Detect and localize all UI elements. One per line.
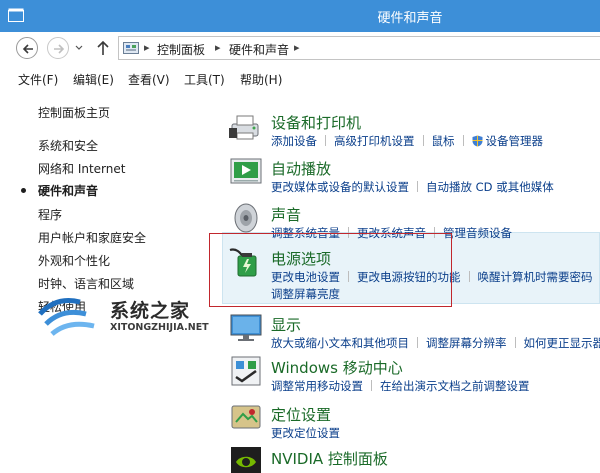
menu-bar: 文件(F) 编辑(E) 查看(V) 工具(T) 帮助(H) — [0, 66, 600, 90]
category-display: 显示 放大或缩小文本和其他项目调整屏幕分辨率如何更正显示器闪烁 — [222, 304, 600, 352]
control-panel-icon — [123, 42, 139, 54]
category-devices-printers: 设备和打印机 添加设备 高级打印机设置 鼠标 设备管理器 — [222, 102, 600, 150]
printer-icon[interactable] — [228, 108, 264, 144]
annotation-red-box — [209, 233, 452, 307]
link-autoplay-cd[interactable]: 自动播放 CD 或其他媒体 — [426, 180, 554, 194]
sidebar-item-network[interactable]: 网络和 Internet — [38, 160, 125, 177]
menu-file[interactable]: 文件(F) — [18, 71, 58, 88]
category-title[interactable]: 声音 — [271, 204, 301, 225]
sidebar-item-user-accounts[interactable]: 用户帐户和家庭安全 — [38, 229, 146, 246]
arrow-right-icon — [54, 44, 65, 54]
category-mobility-center: Windows 移动中心 调整常用移动设置 在给出演示文档之前调整设置 — [222, 347, 600, 395]
category-links: 添加设备 高级打印机设置 鼠标 设备管理器 — [271, 133, 543, 149]
menu-tools[interactable]: 工具(T) — [184, 71, 225, 88]
link-mouse[interactable]: 鼠标 — [432, 134, 455, 148]
back-button[interactable] — [16, 37, 38, 59]
menu-help[interactable]: 帮助(H) — [240, 71, 282, 88]
active-item-bullet — [21, 188, 26, 193]
control-panel-window: 硬件和声音 ▸ 控制面板 ▸ 硬件和声音 ▸ 文件(F) 编辑(E) 查看(V)… — [0, 0, 600, 473]
speaker-icon[interactable] — [228, 200, 264, 236]
nvidia-icon[interactable] — [228, 444, 264, 473]
link-advanced-printer[interactable]: 高级打印机设置 — [334, 134, 415, 148]
category-title[interactable]: Windows 移动中心 — [271, 357, 403, 378]
sidebar-item-system-security[interactable]: 系统和安全 — [38, 137, 98, 154]
sidebar-home-link[interactable]: 控制面板主页 — [38, 104, 110, 121]
arrow-left-icon — [22, 44, 33, 54]
link-separator — [417, 181, 418, 192]
category-autoplay: 自动播放 更改媒体或设备的默认设置 自动播放 CD 或其他媒体 — [222, 148, 600, 196]
link-separator — [462, 135, 464, 146]
location-icon[interactable] — [228, 400, 264, 436]
watermark: 系统之家 XITONGZHIJIA.NET — [36, 292, 226, 342]
menu-view[interactable]: 查看(V) — [128, 71, 170, 88]
category-location: 定位设置 更改定位设置 — [222, 394, 600, 442]
watermark-text: 系统之家 — [110, 300, 191, 322]
link-separator — [468, 271, 470, 282]
breadcrumb-separator[interactable]: ▸ — [215, 41, 221, 54]
link-presentation-settings[interactable]: 在给出演示文档之前调整设置 — [380, 379, 530, 393]
breadcrumb-control-panel[interactable]: 控制面板 — [157, 41, 205, 58]
breadcrumb-separator[interactable]: ▸ — [294, 41, 300, 54]
sidebar-item-appearance[interactable]: 外观和个性化 — [38, 252, 110, 269]
link-separator — [371, 380, 372, 391]
uac-shield-icon — [472, 135, 482, 147]
window-title: 硬件和声音 — [377, 11, 443, 26]
sidebar-item-programs[interactable]: 程序 — [38, 206, 62, 223]
menu-edit[interactable]: 编辑(E) — [73, 71, 114, 88]
recent-locations-dropdown[interactable] — [74, 42, 84, 52]
category-title[interactable]: 定位设置 — [271, 404, 331, 425]
category-nvidia: NVIDIA 控制面板 — [222, 438, 600, 473]
watermark-subtext: XITONGZHIJIA.NET — [110, 322, 209, 333]
title-bar: 硬件和声音 — [0, 0, 600, 32]
link-default-media[interactable]: 更改媒体或设备的默认设置 — [271, 180, 409, 194]
link-add-device[interactable]: 添加设备 — [271, 134, 317, 148]
watermark-logo-icon — [38, 298, 95, 336]
link-separator — [422, 135, 424, 146]
category-title[interactable]: 自动播放 — [271, 158, 331, 179]
up-arrow-icon[interactable] — [96, 40, 110, 56]
autoplay-icon[interactable] — [228, 154, 264, 190]
category-links: 调整常用移动设置 在给出演示文档之前调整设置 — [271, 378, 530, 394]
category-title[interactable]: 设备和打印机 — [271, 112, 361, 133]
breadcrumb-hardware-sound[interactable]: 硬件和声音 — [229, 41, 289, 58]
category-title[interactable]: 显示 — [271, 314, 301, 335]
breadcrumb-separator[interactable]: ▸ — [144, 41, 150, 54]
category-title[interactable]: NVIDIA 控制面板 — [271, 448, 388, 469]
address-bar: ▸ 控制面板 ▸ 硬件和声音 ▸ — [0, 32, 600, 66]
monitor-icon[interactable] — [228, 310, 264, 346]
category-links: 更改媒体或设备的默认设置 自动播放 CD 或其他媒体 — [271, 179, 554, 195]
link-separator — [325, 135, 326, 146]
link-wake-password[interactable]: 唤醒计算机时需要密码 — [478, 270, 593, 284]
forward-button[interactable] — [47, 37, 69, 59]
sidebar-item-clock-language[interactable]: 时钟、语言和区域 — [38, 275, 134, 292]
sidebar: 控制面板主页 系统和安全 网络和 Internet 硬件和声音 程序 用户帐户和… — [0, 98, 215, 473]
address-box[interactable]: ▸ 控制面板 ▸ 硬件和声音 ▸ — [118, 36, 600, 60]
sidebar-item-hardware-sound[interactable]: 硬件和声音 — [38, 182, 98, 199]
link-device-manager[interactable]: 设备管理器 — [486, 134, 544, 148]
mobility-center-icon[interactable] — [228, 353, 264, 389]
link-mobility-settings[interactable]: 调整常用移动设置 — [271, 379, 363, 393]
